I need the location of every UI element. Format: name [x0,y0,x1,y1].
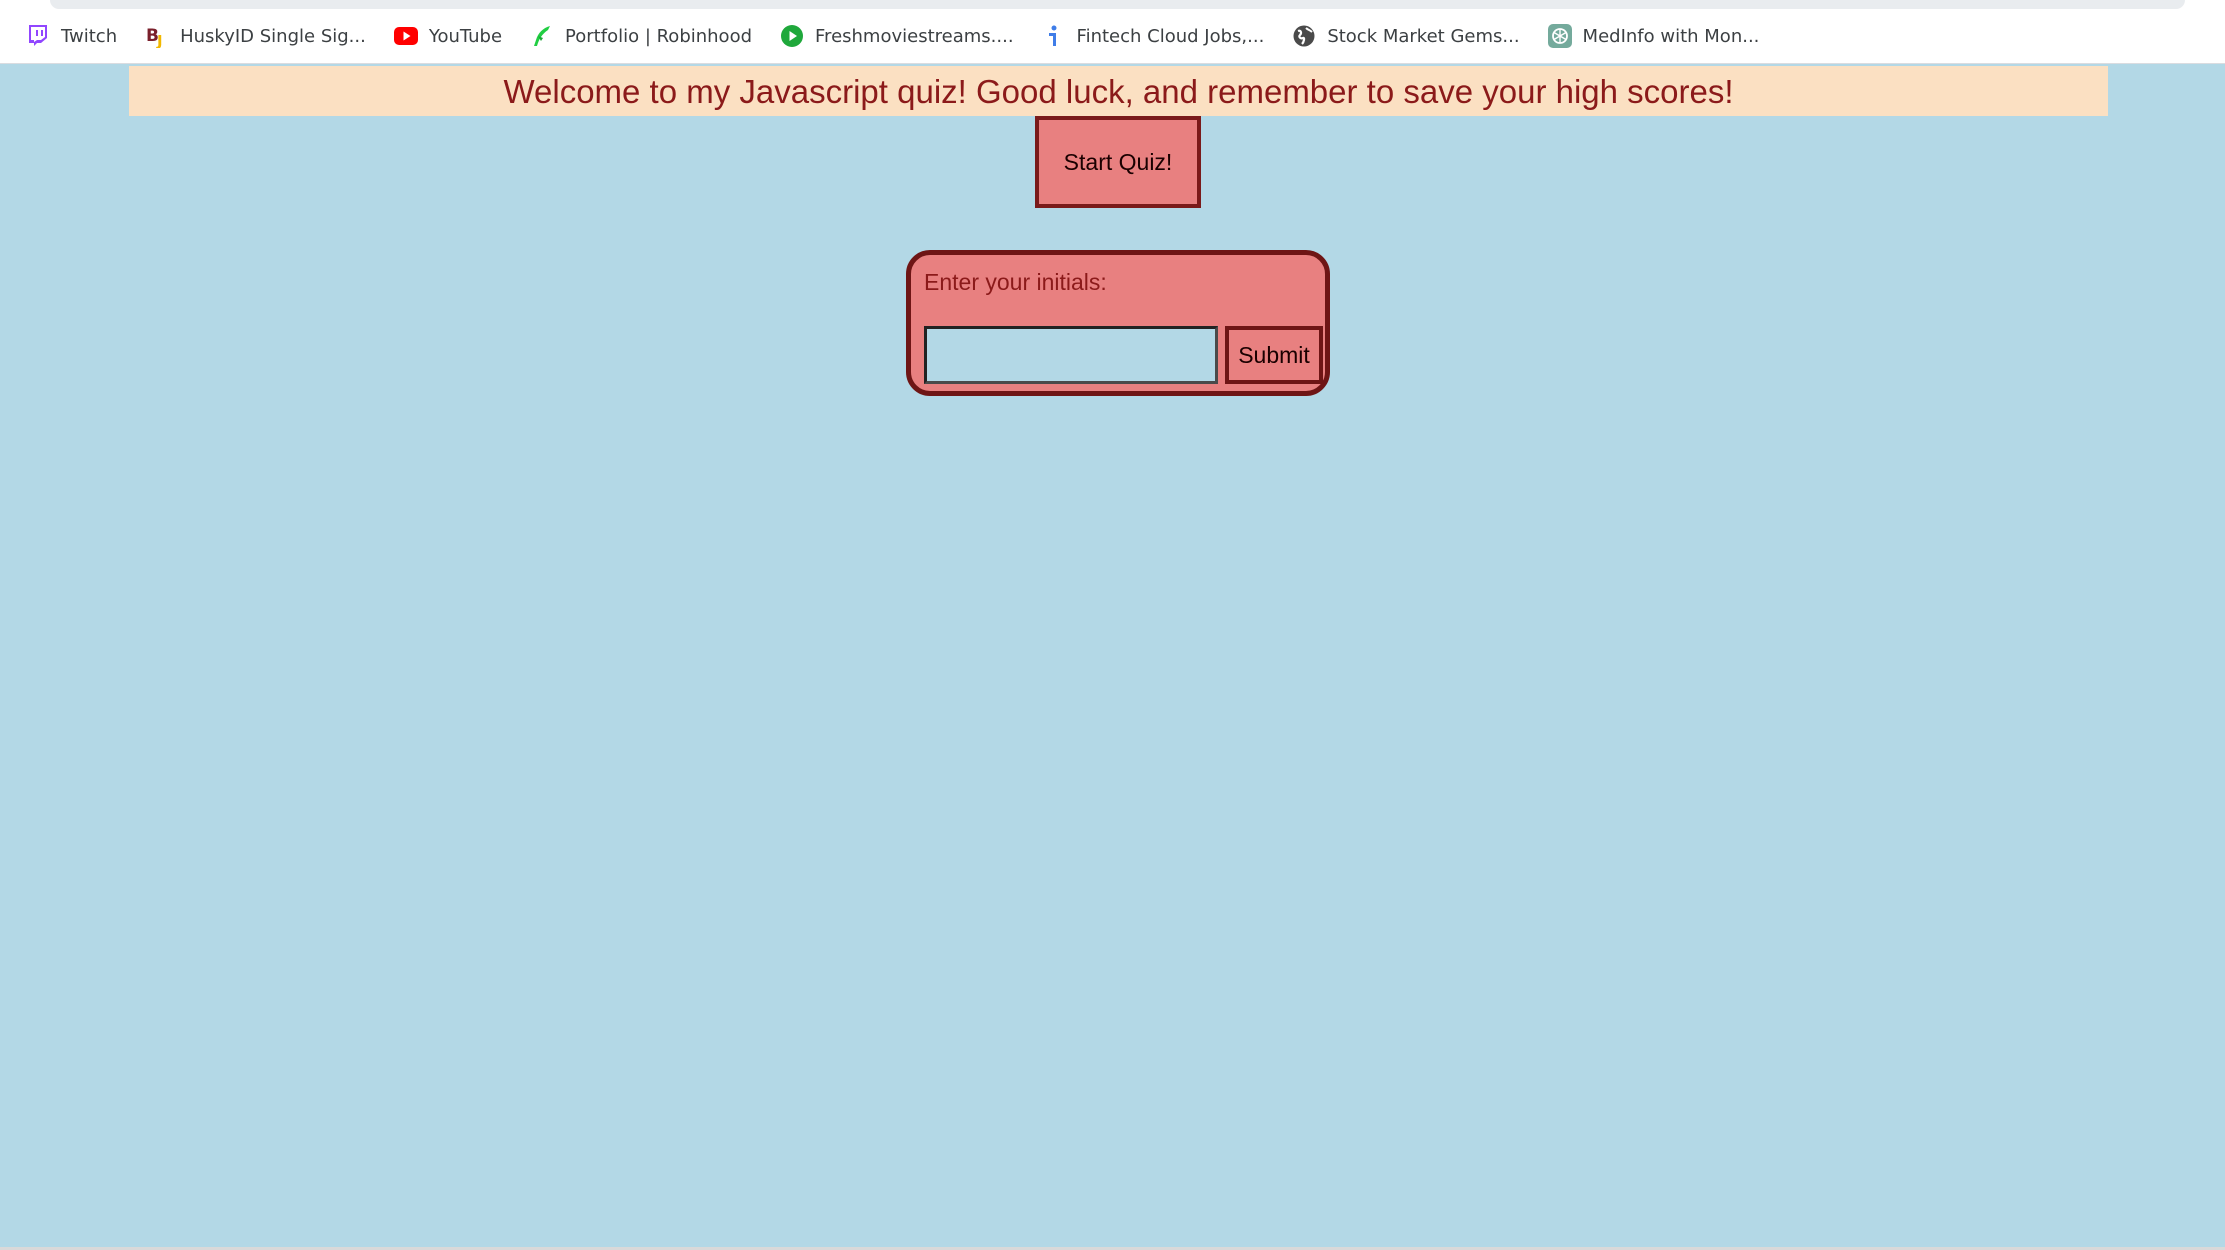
welcome-banner: Welcome to my Javascript quiz! Good luck… [129,66,2108,116]
svg-text:J: J [156,32,163,48]
twitch-icon [26,24,50,48]
robinhood-icon [530,24,554,48]
bookmark-medinfo[interactable]: MedInfo with Mon... [1546,20,1762,52]
bookmark-huskyid[interactable]: B J HuskyID Single Sig... [143,20,368,52]
bookmark-label: YouTube [428,25,503,47]
bookmark-label: Stock Market Gems... [1327,25,1520,47]
start-quiz-button[interactable]: Start Quiz! [1035,116,1201,208]
tab-strip-edge [50,0,2185,9]
youtube-icon [393,24,418,48]
bookmark-twitch[interactable]: Twitch [24,20,119,52]
bookmark-label: MedInfo with Mon... [1582,25,1760,47]
bookmark-freshmoviestreams[interactable]: Freshmoviestreams.... [778,20,1016,52]
initials-input[interactable] [924,326,1218,384]
bookmark-robinhood[interactable]: Portfolio | Robinhood [528,20,754,52]
bookmark-label: Twitch [61,25,118,47]
info-icon [1042,24,1066,48]
submit-button[interactable]: Submit [1225,326,1323,384]
bookmark-youtube[interactable]: YouTube [392,20,504,52]
bookmark-label: HuskyID Single Sig... [180,25,366,47]
initials-form: Enter your initials: Submit [906,250,1330,396]
bookmarks-list: Twitch B J HuskyID Single Sig... YouTube [24,20,1785,52]
huskyid-icon: B J [145,24,169,48]
bookmark-label: Portfolio | Robinhood [565,25,753,47]
bookmark-label: Freshmoviestreams.... [815,25,1014,47]
initials-label: Enter your initials: [924,269,1107,295]
bookmark-label: Fintech Cloud Jobs,... [1076,25,1265,47]
globe-icon [1292,24,1316,48]
openai-icon [1547,24,1572,48]
play-circle-icon [780,24,804,48]
bookmarks-bar: Twitch B J HuskyID Single Sig... YouTube [0,0,2225,64]
bookmark-fintech-cloud-jobs[interactable]: Fintech Cloud Jobs,... [1040,20,1267,52]
bookmark-stock-market-gems[interactable]: Stock Market Gems... [1290,20,1521,52]
